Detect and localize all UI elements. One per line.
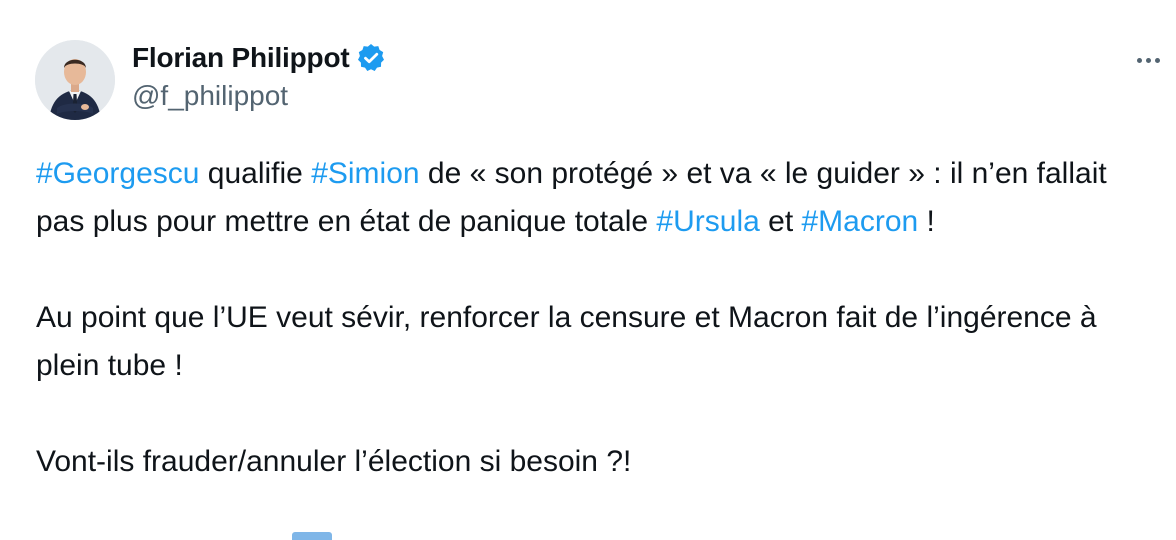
truncated-emoji xyxy=(292,532,332,540)
author-handle[interactable]: @f_philippot xyxy=(132,80,288,112)
author-name[interactable]: Florian Philippot xyxy=(132,42,350,74)
author-name-row: Florian Philippot xyxy=(132,40,387,76)
verified-badge-icon[interactable] xyxy=(355,42,387,74)
tweet-text-segment: qualifie xyxy=(199,157,312,190)
hashtag-georgescu[interactable]: #Georgescu xyxy=(36,157,199,190)
truncated-next-line xyxy=(36,532,636,540)
more-options-icon[interactable] xyxy=(1128,46,1168,74)
hashtag-macron[interactable]: #Macron xyxy=(802,205,919,238)
tweet-paragraph-2: Au point que l’UE veut sévir, renforcer … xyxy=(36,301,1097,382)
tweet-paragraph-1: #Georgescu qualifie #Simion de « son pro… xyxy=(36,150,1136,246)
avatar[interactable] xyxy=(35,40,115,120)
tweet: Florian Philippot @f_philippot #Georgesc… xyxy=(0,0,1176,540)
tweet-text: #Georgescu qualifie #Simion de « son pro… xyxy=(36,150,1136,486)
avatar-image xyxy=(35,40,115,120)
tweet-text-segment: ! xyxy=(918,205,935,238)
hashtag-simion[interactable]: #Simion xyxy=(311,157,419,190)
tweet-paragraph-3: Vont-ils frauder/annuler l’élection si b… xyxy=(36,445,632,478)
tweet-text-segment: et xyxy=(759,205,802,238)
hashtag-ursula[interactable]: #Ursula xyxy=(656,205,759,238)
